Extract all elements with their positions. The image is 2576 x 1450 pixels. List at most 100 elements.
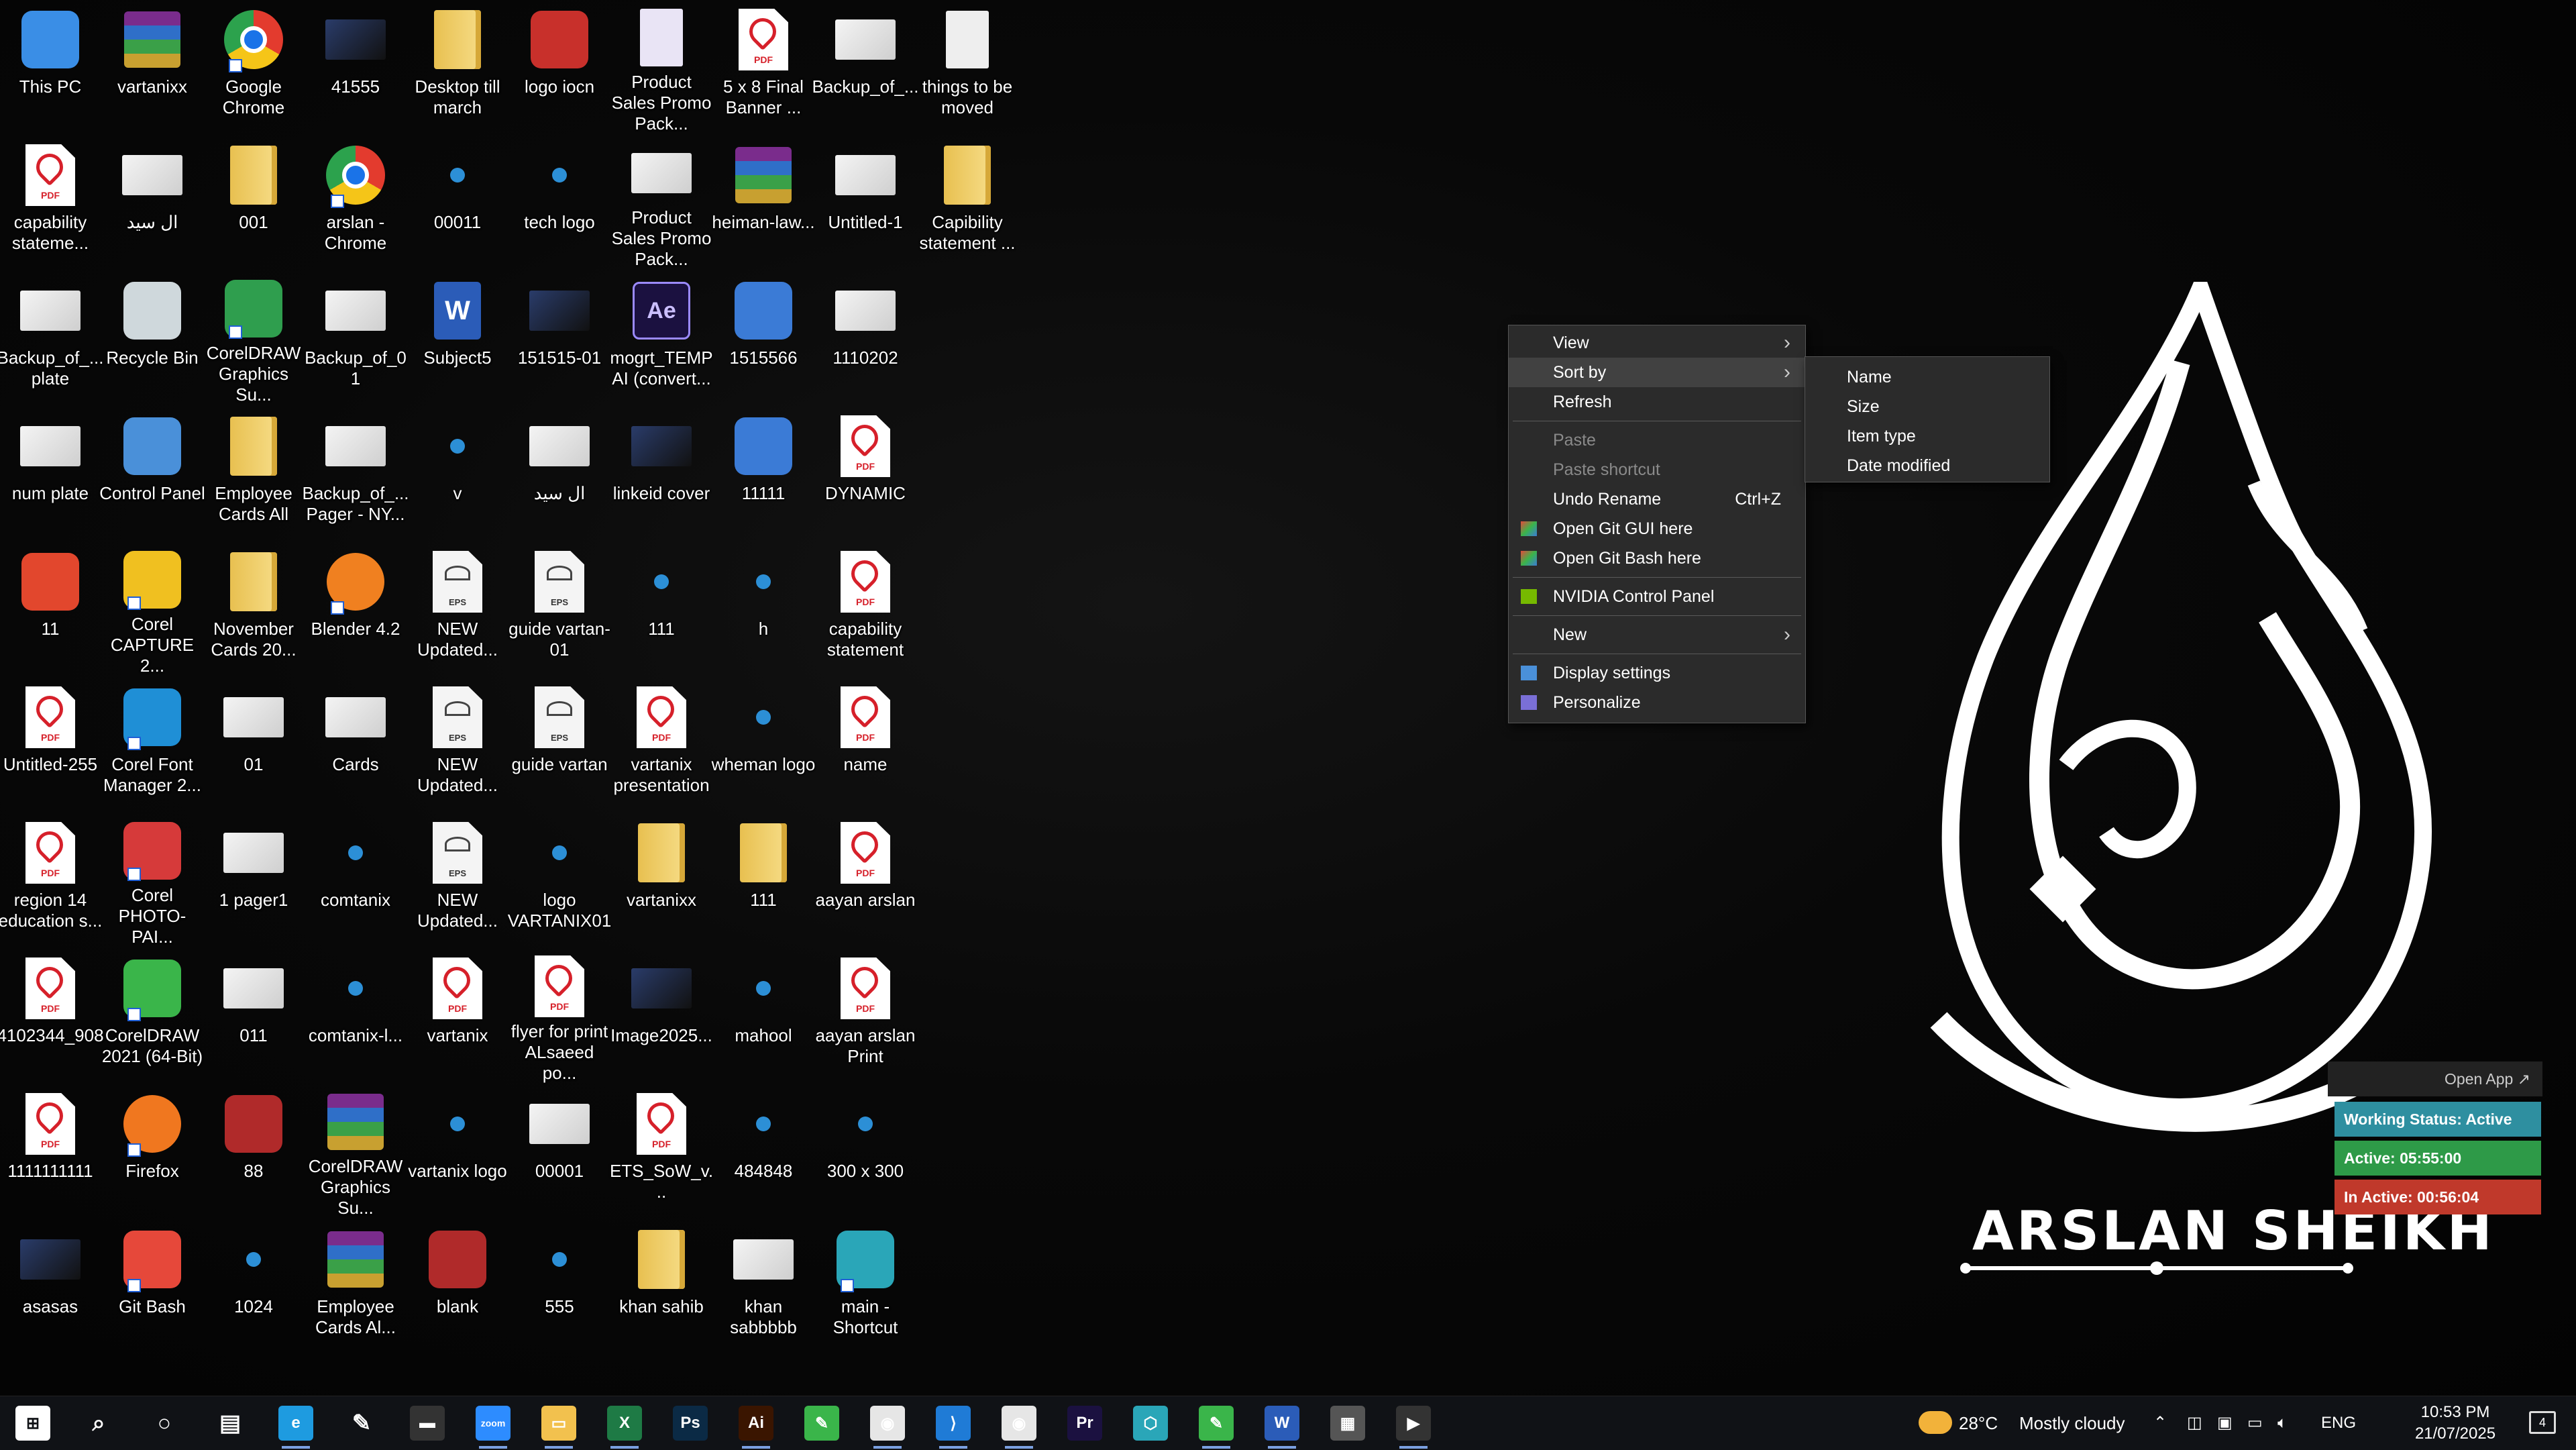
taskbar-chrome-icon[interactable]: ◉ bbox=[855, 1396, 920, 1450]
desktop-icon[interactable]: capability stateme... bbox=[0, 136, 101, 270]
desktop-icon[interactable]: Cards bbox=[305, 678, 406, 812]
open-app-button[interactable]: Open App ↗ bbox=[2328, 1061, 2542, 1096]
desktop-icon[interactable]: NEW Updated... bbox=[407, 542, 508, 676]
desktop[interactable]: ARSLAN SHEIKH This PC vartanixx Google Chr… bbox=[0, 0, 2576, 1396]
desktop-icon[interactable]: blank bbox=[407, 1220, 508, 1354]
desktop-icon[interactable]: Corel PHOTO-PAI... bbox=[102, 813, 203, 947]
taskbar-task-view-icon[interactable]: ▤ bbox=[197, 1396, 263, 1450]
desktop-icon[interactable]: CorelDRAW 2021 (64-Bit) bbox=[102, 949, 203, 1083]
taskbar-search-icon[interactable]: ⌕ bbox=[66, 1396, 131, 1450]
weather-temp[interactable]: 28°C bbox=[1959, 1396, 1998, 1450]
taskbar-excel-icon[interactable]: X bbox=[592, 1396, 657, 1450]
desktop-icon[interactable]: Backup_of_01 bbox=[305, 271, 407, 405]
desktop-icon[interactable]: Recycle Bin bbox=[102, 271, 203, 405]
desktop-icon[interactable]: 00011 bbox=[407, 136, 508, 270]
notification-center-icon[interactable]: 4 bbox=[2529, 1411, 2556, 1434]
desktop-icon[interactable]: CorelDRAW Graphics Su... bbox=[305, 1084, 406, 1219]
desktop-icon[interactable]: h bbox=[713, 542, 814, 676]
desktop-icon[interactable]: capability statement bbox=[815, 542, 916, 676]
taskbar-zoom-icon[interactable]: zoom bbox=[460, 1396, 526, 1450]
desktop-icon[interactable]: Image2025... bbox=[610, 949, 712, 1083]
weather-desc[interactable]: Mostly cloudy bbox=[2019, 1396, 2125, 1450]
desktop-icon[interactable]: Backup_of_... plate bbox=[0, 271, 104, 405]
volume-icon[interactable]: 🔈︎ bbox=[2277, 1396, 2287, 1450]
desktop-icon[interactable]: 1515566 bbox=[713, 271, 814, 405]
desktop-icon[interactable]: Product Sales Promo Pack... bbox=[611, 0, 712, 134]
menu-item-open-git-gui-here[interactable]: Open Git GUI here bbox=[1509, 514, 1805, 543]
taskbar-coreldraw-2-icon[interactable]: ✎ bbox=[1183, 1396, 1249, 1450]
desktop-icon[interactable]: Employee Cards Al... bbox=[305, 1220, 406, 1354]
desktop-icon[interactable]: ال سيد bbox=[509, 407, 610, 541]
weather-icon[interactable] bbox=[1919, 1411, 1952, 1434]
desktop-icon[interactable]: Firefox bbox=[102, 1084, 203, 1219]
menu-item-display-settings[interactable]: Display settings bbox=[1509, 658, 1805, 688]
desktop-icon[interactable]: arslan - Chrome bbox=[305, 136, 406, 270]
desktop-icon[interactable]: khan sabbbbb bbox=[713, 1220, 814, 1354]
taskbar-chrome-profile-icon[interactable]: ◉ bbox=[986, 1396, 1052, 1450]
desktop-icon[interactable]: name bbox=[815, 678, 916, 812]
desktop-icon[interactable]: Untitled-1 bbox=[815, 136, 916, 270]
taskbar-hex-app-icon[interactable]: ⬡ bbox=[1118, 1396, 1183, 1450]
taskbar-start-icon[interactable]: ⊞ bbox=[0, 1396, 66, 1450]
desktop-icon[interactable]: November Cards 20... bbox=[203, 542, 304, 676]
desktop-icon[interactable]: 1 pager1 bbox=[203, 813, 304, 947]
desktop-icon[interactable]: 555 bbox=[509, 1220, 610, 1354]
desktop-icon[interactable]: 11111 bbox=[713, 407, 814, 541]
menu-item-new[interactable]: New › bbox=[1509, 620, 1805, 650]
language-indicator[interactable]: ENG bbox=[2321, 1396, 2356, 1450]
menu-item-undo-rename[interactable]: Undo Rename Ctrl+Z bbox=[1509, 484, 1805, 514]
desktop-icon[interactable]: khan sahib bbox=[611, 1220, 712, 1354]
desktop-icon[interactable]: 41555 bbox=[305, 0, 406, 134]
desktop-icon[interactable]: 111 bbox=[611, 542, 712, 676]
desktop-icon[interactable]: vartanixx bbox=[102, 0, 203, 134]
taskbar-terminal-icon[interactable]: ▬ bbox=[394, 1396, 460, 1450]
network-icon[interactable]: ▭ bbox=[2247, 1396, 2263, 1450]
desktop-icon[interactable]: Git Bash bbox=[102, 1220, 203, 1354]
desktop-icon[interactable]: num plate bbox=[0, 407, 101, 541]
desktop-icon[interactable]: 300 x 300 bbox=[815, 1084, 916, 1219]
menu-item-refresh[interactable]: Refresh bbox=[1509, 387, 1805, 417]
desktop-icon[interactable]: ETS_SoW_v... bbox=[610, 1084, 713, 1219]
sort-option-name[interactable]: Name bbox=[1805, 362, 2049, 392]
desktop-icon[interactable]: NEW Updated... bbox=[407, 813, 508, 947]
desktop-icon[interactable]: v bbox=[407, 407, 508, 541]
desktop-icon[interactable]: Google Chrome bbox=[203, 0, 304, 134]
desktop-icon[interactable]: main - Shortcut bbox=[815, 1220, 916, 1354]
desktop-icon[interactable]: 1110202 bbox=[815, 271, 916, 405]
taskbar-illustrator-icon[interactable]: Ai bbox=[723, 1396, 789, 1450]
sort-option-size[interactable]: Size bbox=[1805, 392, 2049, 421]
taskbar-edge-icon[interactable]: e bbox=[263, 1396, 329, 1450]
desktop-icon[interactable]: vartanix logo bbox=[407, 1084, 508, 1219]
desktop-icon[interactable]: CorelDRAW Graphics Su... bbox=[203, 271, 304, 405]
desktop-icon[interactable]: Backup_of_... bbox=[812, 0, 919, 134]
taskbar-cortana-icon[interactable]: ○ bbox=[131, 1396, 197, 1450]
menu-item-view[interactable]: View › bbox=[1509, 328, 1805, 358]
show-hidden-icons-chevron[interactable]: ⌃ bbox=[2153, 1396, 2167, 1450]
menu-item-sort-by[interactable]: Sort by › bbox=[1509, 358, 1805, 387]
taskbar-file-explorer-icon[interactable]: ▭ bbox=[526, 1396, 592, 1450]
desktop-icon[interactable]: tech logo bbox=[509, 136, 610, 270]
taskbar-calculator-icon[interactable]: ▦ bbox=[1315, 1396, 1381, 1450]
desktop-icon[interactable]: asasas bbox=[0, 1220, 101, 1354]
sort-option-item-type[interactable]: Item type bbox=[1805, 421, 2049, 451]
desktop-icon[interactable]: Desktop till march bbox=[407, 0, 508, 134]
desktop-icon[interactable]: aayan arslan Print bbox=[815, 949, 916, 1083]
menu-item-personalize[interactable]: Personalize bbox=[1509, 688, 1805, 717]
desktop-icon[interactable]: 484848 bbox=[713, 1084, 814, 1219]
desktop-icon[interactable]: Control Panel bbox=[99, 407, 205, 541]
taskbar-photoshop-icon[interactable]: Ps bbox=[657, 1396, 723, 1450]
desktop-icon[interactable]: Employee Cards All bbox=[203, 407, 304, 541]
taskbar-pen-icon[interactable]: ✎ bbox=[329, 1396, 394, 1450]
desktop-icon[interactable]: Ae mogrt_TEMP AI (convert... bbox=[610, 271, 713, 405]
desktop-icon[interactable]: 1024 bbox=[203, 1220, 304, 1354]
desktop-icon[interactable]: aayan arslan bbox=[815, 813, 916, 947]
desktop-icon[interactable]: logo iocn bbox=[509, 0, 610, 134]
clock[interactable]: 10:53 PM 21/07/2025 bbox=[2402, 1402, 2509, 1445]
desktop-icon[interactable]: vartanix bbox=[407, 949, 508, 1083]
desktop-icon[interactable]: wheman logo bbox=[712, 678, 815, 812]
desktop-icon[interactable]: 151515-01 bbox=[509, 271, 610, 405]
desktop-icon[interactable]: comtanix-l... bbox=[305, 949, 406, 1083]
taskbar-vscode-icon[interactable]: ⟩ bbox=[920, 1396, 986, 1450]
desktop-icon[interactable]: NEW Updated... bbox=[407, 678, 508, 812]
desktop-icon[interactable]: comtanix bbox=[305, 813, 406, 947]
